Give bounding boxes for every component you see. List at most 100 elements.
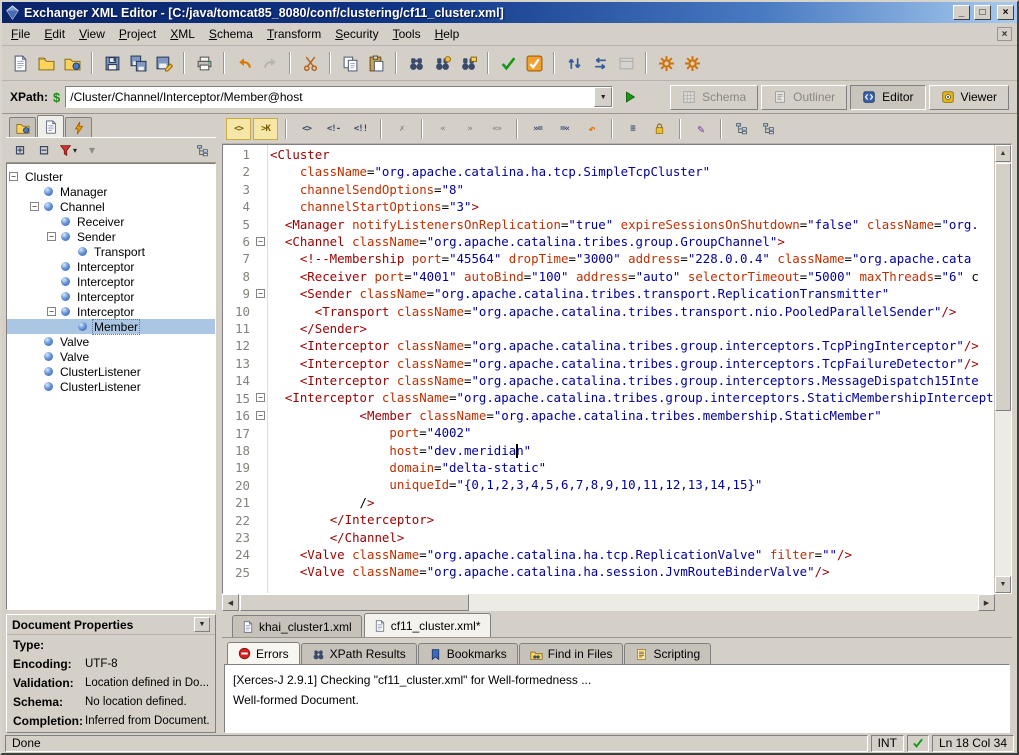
code-line[interactable]: uniqueId="{0,1,2,3,4,5,6,7,8,9,10,11,12,… xyxy=(268,476,994,493)
tab-xpath-results[interactable]: XPath Results xyxy=(301,643,417,664)
insert-comment-button[interactable]: <!- xyxy=(321,118,346,140)
code-line[interactable]: <!--Membership port="45564" dropTime="30… xyxy=(268,250,994,267)
title-bar[interactable]: Exchanger XML Editor - [C:/java/tomcat85… xyxy=(2,2,1017,23)
fold-toggle-icon[interactable]: − xyxy=(256,237,265,246)
tree-item-manager[interactable]: Manager xyxy=(7,184,215,199)
tree-item-clusterlistener[interactable]: ClusterListener xyxy=(7,379,215,394)
save-button[interactable] xyxy=(99,50,125,76)
tree-item-interceptor[interactable]: Interceptor xyxy=(7,274,215,289)
filter-nodes-button[interactable]: ▾ xyxy=(57,140,79,161)
scroll-down-icon[interactable]: ▼ xyxy=(995,576,1011,593)
code-line[interactable]: </Sender> xyxy=(268,320,994,337)
menu-edit[interactable]: Edit xyxy=(37,24,72,44)
code-line[interactable]: channelSendOptions="8" xyxy=(268,181,994,198)
tree-expander-icon[interactable]: − xyxy=(47,232,56,241)
code-line[interactable]: <Cluster xyxy=(268,146,994,163)
tree-expander-icon[interactable]: − xyxy=(9,172,18,181)
menu-tools[interactable]: Tools xyxy=(386,24,428,44)
tab-find-in-files[interactable]: Find in Files xyxy=(519,643,624,664)
collapse-all-button[interactable]: ⊟ xyxy=(33,140,55,161)
fold-toggle-icon[interactable]: − xyxy=(256,289,265,298)
tab-scripting[interactable]: Scripting xyxy=(624,643,711,664)
code-line[interactable]: <Member className="org.apache.catalina.t… xyxy=(268,407,994,424)
file-tab-cf11-cluster-xml[interactable]: cf11_cluster.xml* xyxy=(364,613,491,637)
scroll-right-icon[interactable]: ▶ xyxy=(978,594,995,611)
code-line[interactable]: <Interceptor className="org.apache.catal… xyxy=(268,355,994,372)
xpath-input[interactable] xyxy=(66,87,594,107)
insert-cdata-button[interactable]: <!! xyxy=(348,118,373,140)
xpath-run-button[interactable] xyxy=(618,85,642,109)
menu-security[interactable]: Security xyxy=(328,24,385,44)
code-line[interactable]: <Manager notifyListenersOnReplication="t… xyxy=(268,216,994,233)
collapse-panel-button[interactable]: ▼ xyxy=(194,617,210,632)
code-area[interactable]: <Cluster className="org.apache.catalina.… xyxy=(268,145,994,593)
maximize-button[interactable]: □ xyxy=(974,5,991,20)
tree-item-receiver[interactable]: Receiver xyxy=(7,214,215,229)
previous-element-button[interactable]: <> xyxy=(226,118,251,140)
code-line[interactable]: channelStartOptions="3"> xyxy=(268,198,994,215)
scroll-up-icon[interactable]: ▲ xyxy=(995,145,1011,162)
code-line[interactable]: <Transport className="org.apache.catalin… xyxy=(268,303,994,320)
fold-toggle-icon[interactable]: − xyxy=(256,393,265,402)
menu-schema[interactable]: Schema xyxy=(202,24,260,44)
tree-item-transport[interactable]: Transport xyxy=(7,244,215,259)
scroll-left-icon[interactable]: ◀ xyxy=(222,594,239,611)
minimize-button[interactable]: _ xyxy=(953,5,970,20)
open-project-button[interactable] xyxy=(59,50,85,76)
next-attribute-button[interactable]: »= xyxy=(525,118,550,140)
find-in-files-button[interactable] xyxy=(455,50,481,76)
tree-item-interceptor[interactable]: Interceptor xyxy=(7,289,215,304)
tree-expander-icon[interactable]: − xyxy=(30,202,39,211)
tab-bookmarks[interactable]: Bookmarks xyxy=(418,643,518,664)
previous-attribute-button[interactable]: =« xyxy=(552,118,577,140)
transform-tab[interactable] xyxy=(65,117,92,137)
open-file-button[interactable] xyxy=(33,50,59,76)
menu-view[interactable]: View xyxy=(72,24,112,44)
code-line[interactable]: className="org.apache.catalina.ha.tcp.Si… xyxy=(268,163,994,180)
menu-file[interactable]: File xyxy=(4,24,37,44)
menu-transform[interactable]: Transform xyxy=(260,24,328,44)
save-all-button[interactable] xyxy=(125,50,151,76)
new-document-button[interactable] xyxy=(7,50,33,76)
tree-item-valve[interactable]: Valve xyxy=(7,334,215,349)
outline-tab[interactable] xyxy=(37,115,64,137)
close-document-button[interactable]: × xyxy=(997,27,1012,41)
expand-all-button[interactable]: ⊞ xyxy=(9,140,31,161)
code-line[interactable]: <Valve className="org.apache.catalina.ha… xyxy=(268,546,994,563)
menu-xml[interactable]: XML xyxy=(163,24,202,44)
find-replace-button[interactable] xyxy=(429,50,455,76)
code-line[interactable]: <Valve className="org.apache.catalina.ha… xyxy=(268,563,994,580)
check-well-formed-button[interactable] xyxy=(495,50,521,76)
cut-button[interactable] xyxy=(297,50,323,76)
goto-matching-tag-button[interactable]: ↶ xyxy=(579,118,604,140)
save-as-button[interactable] xyxy=(151,50,177,76)
validate-button[interactable] xyxy=(521,50,547,76)
file-tab-khai-cluster1-xml[interactable]: khai_cluster1.xml xyxy=(232,615,362,637)
code-line[interactable]: <Interceptor className="org.apache.catal… xyxy=(268,372,994,389)
next-element-button[interactable]: >K xyxy=(253,118,278,140)
undo-button[interactable] xyxy=(231,50,257,76)
tree-expander-icon[interactable]: − xyxy=(47,307,56,316)
vertical-scrollbar[interactable]: ▲ ▼ xyxy=(994,145,1011,593)
print-button[interactable] xyxy=(191,50,217,76)
move-up-down-button[interactable] xyxy=(561,50,587,76)
menu-help[interactable]: Help xyxy=(428,24,467,44)
code-line[interactable]: </Channel> xyxy=(268,529,994,546)
swap-elements-button[interactable] xyxy=(587,50,613,76)
tree-item-valve[interactable]: Valve xyxy=(7,349,215,364)
close-button[interactable]: × xyxy=(997,5,1014,20)
tree-item-clusterlistener[interactable]: ClusterListener xyxy=(7,364,215,379)
find-button[interactable] xyxy=(403,50,429,76)
tree-item-interceptor[interactable]: −Interceptor xyxy=(7,304,215,319)
editor-view-button[interactable]: Editor xyxy=(850,85,925,110)
tree-item-sender[interactable]: −Sender xyxy=(7,229,215,244)
tree-item-channel[interactable]: −Channel xyxy=(7,199,215,214)
code-line[interactable]: <Interceptor className="org.apache.catal… xyxy=(268,337,994,354)
preferences-button[interactable] xyxy=(653,50,679,76)
format-document-button[interactable]: ≡ xyxy=(620,118,645,140)
code-line[interactable]: domain="delta-static" xyxy=(268,459,994,476)
code-line[interactable]: <Interceptor className="org.apache.catal… xyxy=(268,389,994,406)
plugin-manager-button[interactable] xyxy=(679,50,705,76)
horizontal-scrollbar[interactable]: ◀ ▶ xyxy=(222,594,1012,611)
paste-button[interactable] xyxy=(363,50,389,76)
